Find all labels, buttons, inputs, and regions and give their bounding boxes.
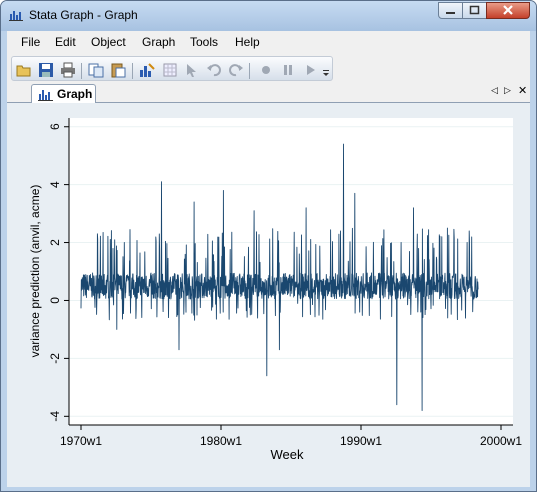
x-tick-label: 1990w1 bbox=[340, 434, 382, 448]
record-icon[interactable] bbox=[258, 62, 274, 78]
x-axis-title: Week bbox=[271, 447, 304, 462]
toolbar-separator bbox=[249, 63, 250, 79]
paste-icon[interactable] bbox=[110, 62, 126, 78]
y-axis-ticks: -4 -2 0 2 4 6 bbox=[48, 123, 69, 422]
save-icon[interactable] bbox=[38, 62, 54, 78]
minimize-button[interactable] bbox=[438, 2, 463, 19]
toolbar-strip bbox=[11, 56, 333, 81]
window-title: Stata Graph - Graph bbox=[29, 8, 138, 22]
graph-tab-icon bbox=[38, 90, 53, 101]
toolbar bbox=[7, 53, 530, 83]
toolbar-separator bbox=[132, 63, 133, 79]
y-tick-label: 4 bbox=[48, 181, 62, 188]
x-tick-label: 1980w1 bbox=[200, 434, 242, 448]
pause-icon[interactable] bbox=[280, 62, 296, 78]
tab-strip: Graph ◁ ▷ ✕ bbox=[7, 83, 530, 104]
x-tick-label: 1970w1 bbox=[60, 434, 102, 448]
plot-region bbox=[69, 118, 513, 425]
menu-file[interactable]: File bbox=[21, 35, 40, 49]
tab-graph[interactable]: Graph bbox=[31, 84, 96, 104]
menu-help[interactable]: Help bbox=[235, 35, 260, 49]
x-tick-label: 2000w1 bbox=[480, 434, 522, 448]
menu-edit[interactable]: Edit bbox=[55, 35, 76, 49]
toolbar-separator bbox=[81, 63, 82, 79]
close-button[interactable] bbox=[486, 2, 530, 19]
grid-icon[interactable] bbox=[162, 62, 178, 78]
menu-bar: File Edit Object Graph Tools Help bbox=[7, 31, 530, 53]
stata-graph-icon bbox=[9, 11, 23, 21]
copy-icon[interactable] bbox=[88, 62, 104, 78]
redo-icon[interactable] bbox=[228, 62, 244, 78]
y-tick-label: 0 bbox=[48, 297, 62, 304]
y-tick-label: -4 bbox=[48, 411, 62, 422]
menu-tools[interactable]: Tools bbox=[190, 35, 218, 49]
tab-scroll-left-icon[interactable]: ◁ bbox=[491, 86, 498, 96]
chart-svg: -4 -2 0 2 4 6 1970w1 1980w1 1990w1 2000w1 Week v… bbox=[28, 118, 522, 462]
x-axis-ticks: 1970w1 1980w1 1990w1 2000w1 bbox=[60, 425, 522, 448]
undo-icon[interactable] bbox=[206, 62, 222, 78]
y-tick-label: 2 bbox=[48, 239, 62, 246]
maximize-button[interactable] bbox=[462, 2, 487, 19]
graph-area: -4 -2 0 2 4 6 1970w1 1980w1 1990w1 2000w1 Week v… bbox=[7, 103, 530, 487]
tab-scroll-right-icon[interactable]: ▷ bbox=[504, 86, 511, 96]
menu-graph[interactable]: Graph bbox=[142, 35, 175, 49]
open-icon[interactable] bbox=[16, 62, 32, 78]
y-tick-label: -2 bbox=[48, 353, 62, 364]
stata-graph-window: Stata Graph - Graph File Edit Object Gra… bbox=[0, 0, 537, 492]
pointer-icon[interactable] bbox=[184, 62, 200, 78]
toolbar-overflow-icon[interactable] bbox=[321, 62, 331, 78]
y-axis-title: variance prediction (anvil, acme) bbox=[28, 185, 42, 358]
close-icon bbox=[503, 5, 513, 15]
menu-object[interactable]: Object bbox=[91, 35, 126, 49]
play-icon[interactable] bbox=[302, 62, 318, 78]
tab-label: Graph bbox=[57, 87, 93, 101]
graph-editor-icon[interactable] bbox=[139, 62, 155, 78]
y-tick-label: 6 bbox=[48, 123, 62, 130]
print-icon[interactable] bbox=[60, 62, 76, 78]
tab-close-icon[interactable]: ✕ bbox=[518, 84, 527, 97]
minimize-icon bbox=[446, 12, 455, 14]
maximize-icon bbox=[469, 5, 480, 15]
title-bar[interactable]: Stata Graph - Graph bbox=[1, 1, 536, 31]
